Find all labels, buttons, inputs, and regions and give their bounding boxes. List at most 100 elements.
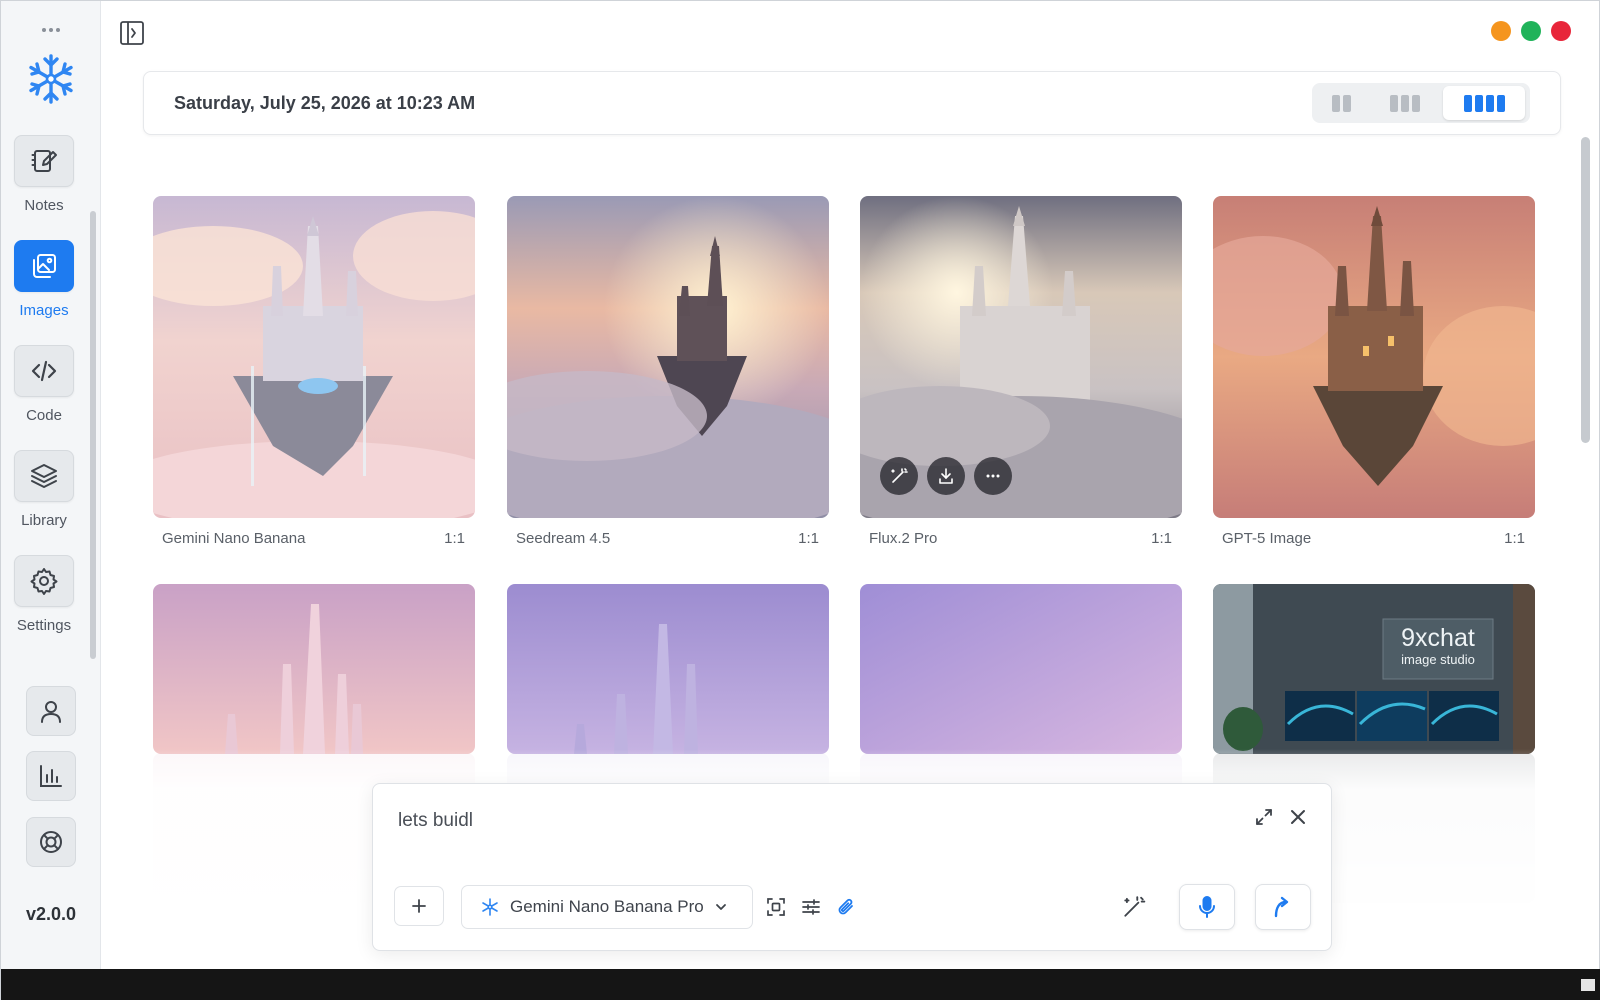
images-icon [33,254,56,278]
image-card[interactable] [860,584,1182,754]
send-arrow-icon [1274,896,1289,918]
notes-icon [31,150,57,172]
attach-button[interactable] [835,896,857,918]
image-model-label: GPT-5 Image [1222,530,1312,547]
image-model-label: Seedream 4.5 [516,530,611,547]
images-button[interactable] [14,240,74,292]
drag-handle-icon[interactable] [41,25,61,35]
image-ratio-label: 1:1 [444,530,465,547]
image-thumbnail[interactable] [507,584,829,754]
paperclip-icon [838,898,853,915]
download-image-button[interactable] [927,457,965,495]
settings-button[interactable] [14,555,74,607]
image-thumbnail[interactable] [860,584,1182,754]
close-icon[interactable] [1287,806,1309,828]
image-thumbnail[interactable] [507,196,829,518]
image-model-label: Gemini Nano Banana [162,530,306,547]
screenshot-button[interactable] [765,896,787,918]
sidebar-scrollbar[interactable] [90,211,96,659]
help-button[interactable] [26,817,76,867]
app-logo [29,54,73,104]
image-ratio-label: 1:1 [1151,530,1172,547]
sidebar-item-library[interactable]: Library [1,450,87,529]
taskbar-strip [1,969,1600,1000]
sidebar: Notes Images Code Library Settings v2.0.… [1,1,101,969]
notes-button[interactable] [14,135,74,187]
scroll-down-arrow[interactable] [1581,979,1595,991]
sliders-icon [802,899,820,915]
app-window: Notes Images Code Library Settings v2.0.… [0,0,1600,1000]
analytics-button[interactable] [26,751,76,801]
adjustments-button[interactable] [800,896,822,918]
profile-button[interactable] [26,686,76,736]
plus-icon [412,899,426,913]
lifebuoy-icon [40,831,62,853]
prompt-input[interactable]: lets buidl [398,810,473,832]
image-thumbnail[interactable]: 9xchat image studio [1213,584,1535,754]
nav-label: Notes [24,197,64,214]
more-icon [986,474,1000,478]
image-ratio-label: 1:1 [1504,530,1525,547]
model-logo-icon [482,898,498,916]
image-card[interactable]: Gemini Nano Banana 1:1 [153,196,475,548]
nav-label: Code [26,407,62,424]
sidebar-item-notes[interactable]: Notes [1,135,87,214]
code-icon [31,360,57,382]
magic-wand-icon [891,468,908,483]
sign-title: 9xchat [1401,624,1475,652]
panel-toggle-icon[interactable] [119,20,145,46]
nav-label: Library [21,512,67,529]
image-card[interactable] [153,584,475,754]
image-thumbnail[interactable] [153,584,475,754]
image-thumbnail[interactable] [860,196,1182,518]
image-hover-actions [880,457,1012,495]
header-bar: Saturday, July 25, 2026 at 10:23 AM [143,71,1561,135]
model-selector-label: Gemini Nano Banana Pro [510,897,704,916]
chart-icon [40,765,62,787]
model-selector[interactable]: Gemini Nano Banana Pro [461,885,753,929]
download-icon [939,468,953,484]
enhance-image-button[interactable] [880,457,918,495]
gallery-scrollbar[interactable] [1581,137,1590,443]
image-card[interactable]: Flux.2 Pro 1:1 [860,196,1182,548]
gear-icon [30,568,58,595]
sidebar-item-settings[interactable]: Settings [1,555,87,634]
image-card[interactable]: Seedream 4.5 1:1 [507,196,829,548]
chevron-down-icon [715,904,726,910]
image-thumbnail[interactable] [1213,196,1535,518]
image-ratio-label: 1:1 [798,530,819,547]
layout-switcher[interactable] [1312,83,1530,123]
enhance-prompt-button[interactable] [1121,894,1147,920]
library-button[interactable] [14,450,74,502]
sidebar-item-images[interactable]: Images [1,240,87,319]
more-options-button[interactable] [974,457,1012,495]
layout-3-column-button[interactable] [1367,86,1443,120]
image-model-label: Flux.2 Pro [869,530,938,547]
maximize-button[interactable] [1521,21,1541,41]
sidebar-item-code[interactable]: Code [1,345,87,424]
date-time: Saturday, July 25, 2026 at 10:23 AM [174,93,476,113]
layout-4-column-button[interactable] [1443,86,1525,120]
close-window-button[interactable] [1551,21,1571,41]
magic-wand-icon [1124,896,1146,917]
code-button[interactable] [14,345,74,397]
layers-icon [31,464,57,488]
image-card[interactable] [507,584,829,754]
image-card[interactable]: GPT-5 Image 1:1 [1213,196,1535,548]
microphone-icon [1199,896,1215,918]
nav-label: Images [19,302,69,319]
add-button[interactable] [394,886,444,926]
prompt-composer: lets buidl Gemini Nano Banana Pro [372,783,1332,951]
sign-subtitle: image studio [1401,652,1475,667]
minimize-button[interactable] [1491,21,1511,41]
expand-icon[interactable] [1253,806,1275,828]
send-button[interactable] [1255,884,1311,930]
screenshot-icon [767,898,785,916]
user-icon [41,701,61,723]
image-thumbnail[interactable] [153,196,475,518]
layout-2-column-button[interactable] [1315,86,1367,120]
image-card[interactable]: 9xchat image studio [1213,584,1535,754]
nav-label: Settings [16,617,72,634]
voice-input-button[interactable] [1179,884,1235,930]
version-label: v2.0.0 [25,904,77,924]
